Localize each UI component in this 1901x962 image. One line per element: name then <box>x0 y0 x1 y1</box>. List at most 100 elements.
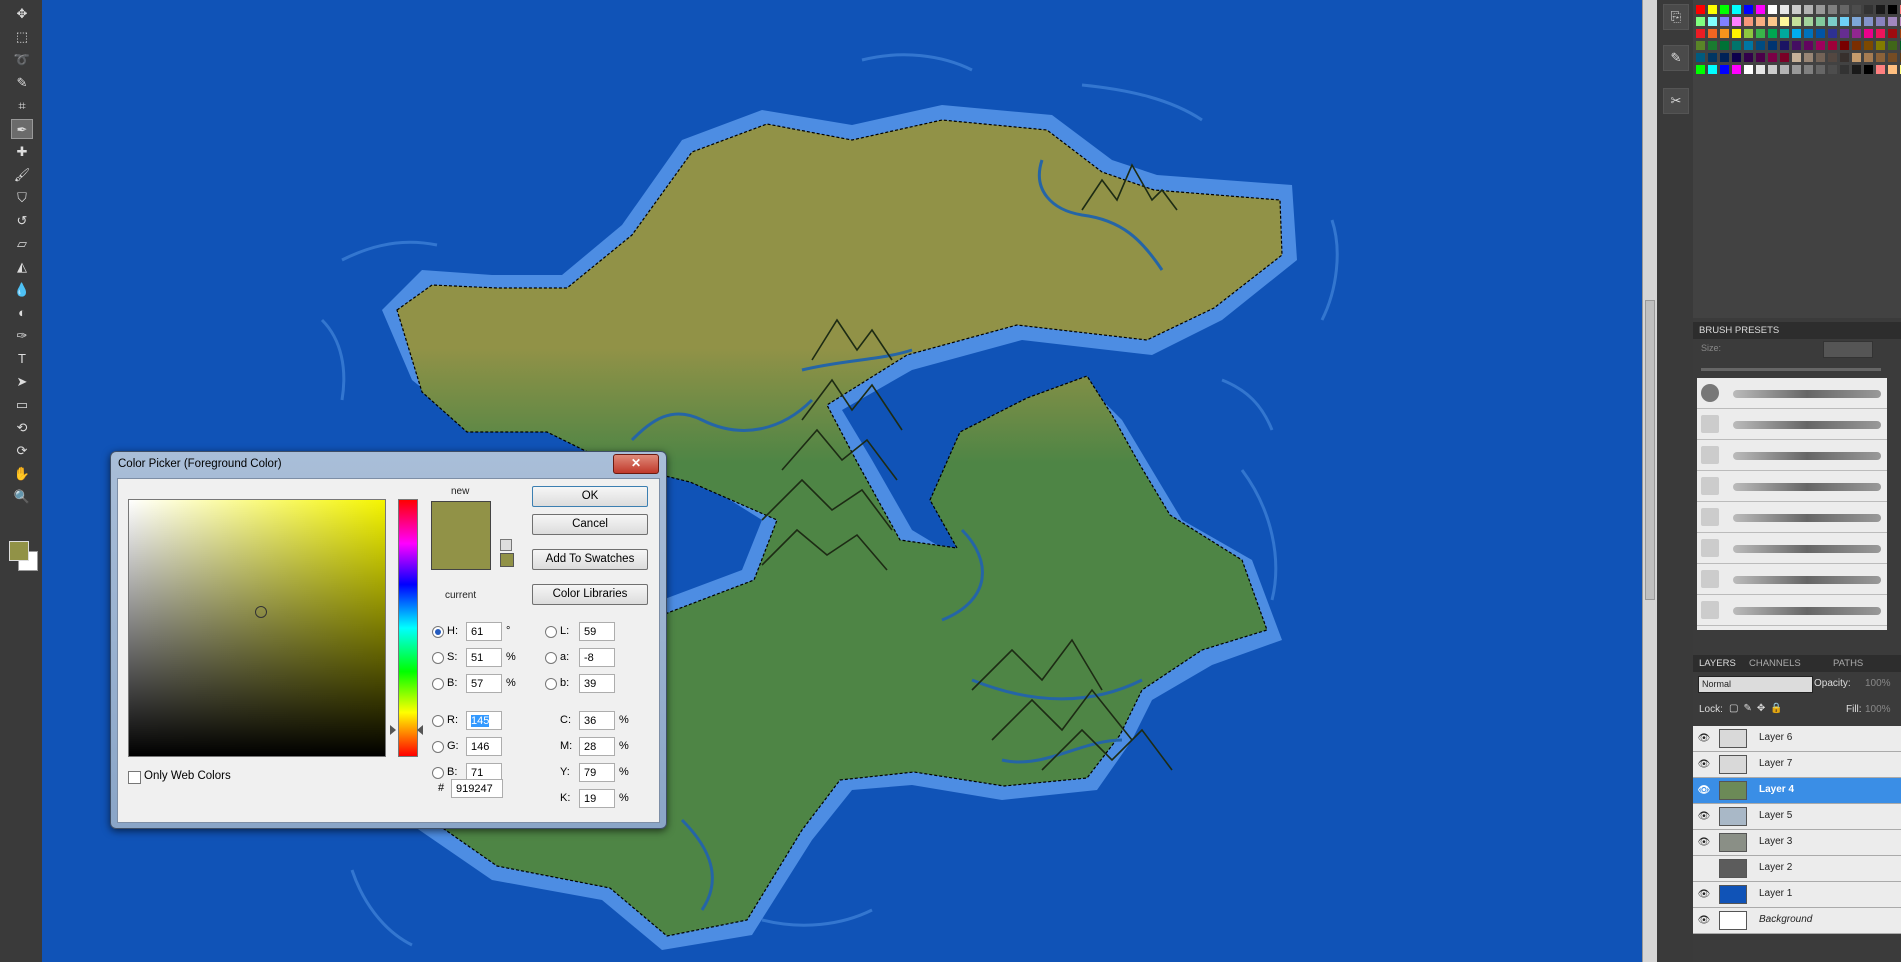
swatch[interactable] <box>1804 5 1813 14</box>
brush-preset[interactable] <box>1697 440 1887 471</box>
brush-size-input[interactable] <box>1823 341 1873 358</box>
swatch[interactable] <box>1756 5 1765 14</box>
swatch[interactable] <box>1780 17 1789 26</box>
dodge-icon[interactable]: ◐ <box>11 303 33 323</box>
blend-mode-select[interactable]: Normal <box>1698 676 1813 693</box>
hue-slider-arrow-left[interactable] <box>390 725 396 735</box>
swatch[interactable] <box>1792 17 1801 26</box>
history-brush-icon[interactable]: ↺ <box>11 211 33 231</box>
layer-row[interactable]: 👁 Layer 1 <box>1693 882 1901 908</box>
lab-b-radio[interactable] <box>545 678 557 690</box>
swatch[interactable] <box>1828 65 1837 74</box>
tab-paths[interactable]: PATHS <box>1833 658 1863 669</box>
color-field[interactable] <box>128 499 386 757</box>
swatch[interactable] <box>1768 29 1777 38</box>
swatch[interactable] <box>1720 17 1729 26</box>
swatch[interactable] <box>1828 53 1837 62</box>
add-to-swatches-button[interactable]: Add To Swatches <box>532 549 648 570</box>
visibility-eye-icon[interactable]: 👁 <box>1697 732 1711 745</box>
swatch[interactable] <box>1840 17 1849 26</box>
cancel-button[interactable]: Cancel <box>532 514 648 535</box>
swatch[interactable] <box>1708 29 1717 38</box>
swatch[interactable] <box>1744 29 1753 38</box>
swatch[interactable] <box>1744 65 1753 74</box>
swatch[interactable] <box>1888 29 1897 38</box>
lock-icons[interactable]: ▢✎✥🔒 <box>1729 703 1788 714</box>
swatch[interactable] <box>1744 41 1753 50</box>
pen-icon[interactable]: ✑ <box>11 326 33 346</box>
swatch[interactable] <box>1840 53 1849 62</box>
current-color-swatch[interactable] <box>431 536 491 570</box>
swatch[interactable] <box>1768 5 1777 14</box>
swatch[interactable] <box>1780 5 1789 14</box>
green-field[interactable]: 146 <box>466 737 502 756</box>
layer-row[interactable]: 👁 Layer 4 <box>1693 778 1901 804</box>
swatch[interactable] <box>1852 29 1861 38</box>
swatch[interactable] <box>1888 17 1897 26</box>
cyan-field[interactable]: 36 <box>579 711 615 730</box>
swatch[interactable] <box>1876 65 1885 74</box>
tab-brush-presets[interactable]: BRUSH PRESETS <box>1699 325 1779 336</box>
layer-row[interactable]: 👁 Layer 7 <box>1693 752 1901 778</box>
brightness-radio[interactable] <box>432 678 444 690</box>
swatch[interactable] <box>1792 29 1801 38</box>
red-radio[interactable] <box>432 715 444 727</box>
swatch[interactable] <box>1732 5 1741 14</box>
swatch[interactable] <box>1876 5 1885 14</box>
swatch[interactable] <box>1792 53 1801 62</box>
brush-preset[interactable] <box>1697 564 1887 595</box>
swatch[interactable] <box>1852 41 1861 50</box>
saturation-field[interactable]: 51 <box>466 648 502 667</box>
green-radio[interactable] <box>432 741 444 753</box>
close-button[interactable]: ✕ <box>613 454 659 474</box>
swatch[interactable] <box>1864 53 1873 62</box>
swatch[interactable] <box>1768 17 1777 26</box>
visibility-eye-icon[interactable]: 👁 <box>1697 784 1711 797</box>
swatch[interactable] <box>1852 53 1861 62</box>
3d-rotate-icon[interactable]: ⟲ <box>11 418 33 438</box>
swatch[interactable] <box>1864 29 1873 38</box>
swatch[interactable] <box>1720 65 1729 74</box>
brush-preset[interactable] <box>1697 595 1887 626</box>
scrollbar-thumb[interactable] <box>1645 300 1655 600</box>
brush-size-slider[interactable] <box>1701 368 1881 371</box>
magenta-field[interactable]: 28 <box>579 737 615 756</box>
3d-orbit-icon[interactable]: ⟳ <box>11 441 33 461</box>
foreground-color-swatch[interactable] <box>9 541 29 561</box>
swatch[interactable] <box>1744 53 1753 62</box>
hand-icon[interactable]: ✋ <box>11 464 33 484</box>
shape-icon[interactable]: ▭ <box>11 395 33 415</box>
blue-radio[interactable] <box>432 767 444 779</box>
fill-input[interactable]: 100% <box>1865 704 1891 715</box>
path-select-icon[interactable]: ➤ <box>11 372 33 392</box>
swatch[interactable] <box>1756 17 1765 26</box>
swatch[interactable] <box>1840 65 1849 74</box>
swatch[interactable] <box>1708 41 1717 50</box>
swatch[interactable] <box>1696 5 1705 14</box>
swatch[interactable] <box>1864 41 1873 50</box>
swatch[interactable] <box>1780 53 1789 62</box>
swatch[interactable] <box>1732 17 1741 26</box>
eyedropper-icon[interactable]: ✒ <box>11 119 33 139</box>
swatch[interactable] <box>1888 65 1897 74</box>
swatch[interactable] <box>1732 29 1741 38</box>
swatch[interactable] <box>1840 5 1849 14</box>
color-field-marker[interactable] <box>255 606 267 618</box>
swatch[interactable] <box>1732 41 1741 50</box>
visibility-eye-icon[interactable]: 👁 <box>1697 758 1711 771</box>
tab-layers[interactable]: LAYERS <box>1699 658 1736 669</box>
swatch[interactable] <box>1816 65 1825 74</box>
layer-row[interactable]: 👁 Layer 6 <box>1693 726 1901 752</box>
swatch[interactable] <box>1696 41 1705 50</box>
swatch[interactable] <box>1888 53 1897 62</box>
swatch[interactable] <box>1804 53 1813 62</box>
out-of-gamut-cube-icon[interactable] <box>500 539 512 551</box>
clone-stamp-icon[interactable]: ⛉ <box>11 188 33 208</box>
vertical-scrollbar[interactable] <box>1642 0 1658 962</box>
swatch[interactable] <box>1792 5 1801 14</box>
swatch[interactable] <box>1720 5 1729 14</box>
layer-row[interactable]: Layer 2 <box>1693 856 1901 882</box>
lab-b-field[interactable]: 39 <box>579 674 615 693</box>
hue-field[interactable]: 61 <box>466 622 502 641</box>
type-icon[interactable]: T <box>11 349 33 369</box>
